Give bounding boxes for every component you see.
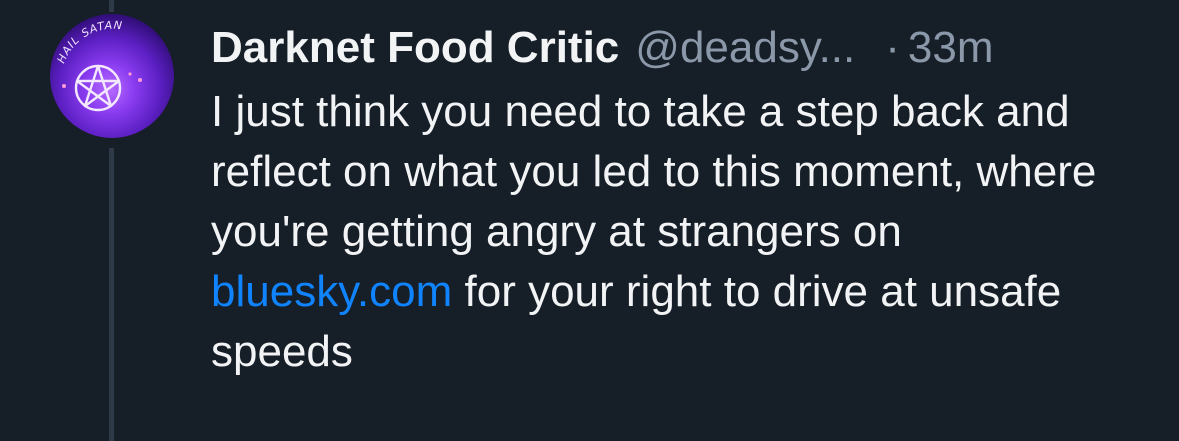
thread-line-bottom	[109, 148, 114, 441]
thread-line-top	[109, 0, 114, 12]
post-text: I just think you need to take a step bac…	[211, 82, 1151, 382]
post-timestamp[interactable]: 33m	[908, 18, 994, 78]
separator-dot: ·	[885, 23, 900, 72]
post-header: Darknet Food Critic @deadsy... · 33m	[211, 18, 1151, 78]
author-handle[interactable]: @deadsy...	[635, 18, 855, 78]
avatar-hail-satan-text: HAIL SATAN	[55, 19, 123, 66]
author-display-name[interactable]: Darknet Food Critic	[211, 18, 619, 78]
svg-text:HAIL SATAN: HAIL SATAN	[55, 19, 124, 66]
post-text-before-link: I just think you need to take a step bac…	[211, 87, 1097, 256]
avatar[interactable]: HAIL SATAN	[50, 14, 174, 138]
post-link[interactable]: bluesky.com	[211, 267, 452, 316]
post: Darknet Food Critic @deadsy... · 33m I j…	[211, 18, 1151, 382]
pentagram-icon: HAIL SATAN	[55, 19, 142, 112]
